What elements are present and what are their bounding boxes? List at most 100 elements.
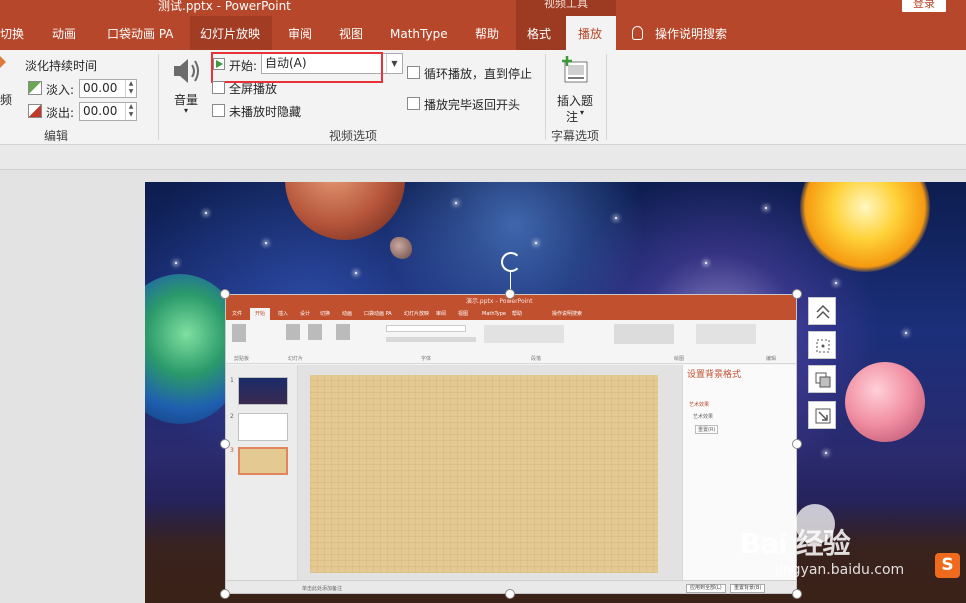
rewind-label: 播放完毕返回开头 xyxy=(424,98,521,112)
fade-out-icon xyxy=(28,104,42,118)
ribbon-playback: 频 淡化持续时间 淡入: 00.00 ▲ ▼ 淡出: 00.00 ▲ ▼ 编辑 音量… xyxy=(0,50,966,145)
slide-number: 1 xyxy=(230,377,234,384)
video-object[interactable]: 演示.pptx - PowerPoint 文件 开始 插入 设计 切换 动画 口… xyxy=(225,294,797,594)
tab-tell-me-search[interactable]: 操作说明搜索 xyxy=(632,16,752,50)
tab-playback[interactable]: 播放 xyxy=(566,16,616,50)
rewind-checkbox[interactable] xyxy=(407,97,420,110)
video-frame-group-label: 段落 xyxy=(531,356,542,362)
hide-while-not-playing-label: 未播放时隐藏 xyxy=(229,105,302,119)
notes-placeholder: 单击此处添加备注 xyxy=(302,586,343,592)
trim-video-label-partial[interactable]: 频 xyxy=(0,91,12,108)
video-frame-title: 演示.pptx - PowerPoint xyxy=(466,298,533,305)
tab-animations[interactable]: 动画 xyxy=(52,16,92,50)
resize-handle-e[interactable] xyxy=(792,439,802,449)
video-frame-group-label: 字体 xyxy=(421,356,432,362)
video-frame-thumbnails: 1 2 3 xyxy=(226,365,298,580)
apply-all-button: 应用到全部(L) xyxy=(686,584,726,593)
fade-in-value: 00.00 xyxy=(83,81,118,95)
tab-pocket-animation[interactable]: 口袋动画 PA xyxy=(107,16,182,50)
fade-in-spinner[interactable]: ▲ ▼ xyxy=(125,80,136,97)
format-background-title: 设置背景格式 xyxy=(687,370,742,380)
title-bar: 测试.pptx - PowerPoint 视频工具 登录 xyxy=(0,0,966,16)
video-frame-tab: 审阅 xyxy=(436,311,447,317)
fade-in-label: 淡入: xyxy=(46,83,75,97)
fade-out-input[interactable]: 00.00 ▲ ▼ xyxy=(79,102,137,121)
video-frame-tab: 切换 xyxy=(320,311,331,317)
star xyxy=(265,242,267,244)
rotate-handle[interactable] xyxy=(501,252,521,272)
tab-label: 播放 xyxy=(578,27,603,41)
tab-help[interactable]: 帮助 xyxy=(475,16,505,50)
volume-button[interactable]: 音量 ▾ xyxy=(170,56,204,122)
tab-label: 审阅 xyxy=(288,27,313,41)
signin-button[interactable]: 登录 xyxy=(902,0,946,12)
loop-checkbox[interactable] xyxy=(407,66,420,79)
insert-captions-icon xyxy=(562,56,588,83)
group-label-edit: 编辑 xyxy=(44,129,69,143)
video-frame-canvas xyxy=(298,365,682,580)
speaker-icon xyxy=(174,59,199,83)
video-frame-slide xyxy=(310,375,658,573)
star xyxy=(535,242,537,244)
resize-handle-se[interactable] xyxy=(792,589,802,599)
highlight-annotation-box xyxy=(211,52,383,83)
video-frame-tab: 文件 xyxy=(232,311,243,317)
star xyxy=(615,217,617,219)
arrange-button[interactable] xyxy=(808,365,836,393)
tab-label: 切换 xyxy=(0,27,25,41)
volume-dropdown-icon: ▾ xyxy=(184,106,189,115)
group-separator xyxy=(158,54,159,140)
video-tools-context-label: 视频工具 xyxy=(516,0,616,16)
resize-handle-nw[interactable] xyxy=(220,289,230,299)
tab-label: 口袋动画 PA xyxy=(107,27,174,41)
new-slide-icon xyxy=(286,324,300,340)
tab-format[interactable]: 格式 xyxy=(516,16,566,50)
pane-section-label: 艺术效果 xyxy=(689,402,710,408)
fullscreen-checkbox[interactable] xyxy=(212,81,225,94)
slide-number: 3 xyxy=(230,447,234,454)
resize-handle-n[interactable] xyxy=(505,289,515,299)
tab-mathtype[interactable]: MathType xyxy=(390,16,454,50)
fade-in-input[interactable]: 00.00 ▲ ▼ xyxy=(79,79,137,98)
video-frame-tab: 插入 xyxy=(278,311,289,317)
ribbon-bottom-strip xyxy=(0,145,966,170)
lightbulb-icon xyxy=(632,26,643,40)
tab-label: 动画 xyxy=(52,27,77,41)
insert-captions-button[interactable]: 插入题 注 ▾ xyxy=(553,56,599,124)
tab-review[interactable]: 审阅 xyxy=(288,16,318,50)
tab-label: 视图 xyxy=(339,27,364,41)
section-icon xyxy=(336,324,350,340)
resize-handle-s[interactable] xyxy=(505,589,515,599)
star xyxy=(905,332,907,334)
tab-transitions[interactable]: 切换 xyxy=(0,16,30,50)
target-frame-icon xyxy=(816,339,830,353)
hide-while-not-playing-checkbox[interactable] xyxy=(212,104,225,117)
fade-out-spinner[interactable]: ▲ ▼ xyxy=(125,103,136,120)
resize-handle-w[interactable] xyxy=(220,439,230,449)
resize-diagonal-icon xyxy=(815,408,831,424)
drawing-tools xyxy=(696,324,756,344)
font-format-row xyxy=(386,337,476,342)
fullscreen-label: 全屏播放 xyxy=(229,82,278,96)
asteroid-image xyxy=(390,237,412,259)
fade-out-label: 淡出: xyxy=(46,106,75,120)
insert-captions-dropdown-icon: ▾ xyxy=(580,108,585,117)
sogou-ime-icon[interactable]: S xyxy=(935,553,960,578)
tab-slideshow[interactable]: 幻灯片放映 xyxy=(190,16,272,50)
resize-handle-sw[interactable] xyxy=(220,589,230,599)
drawing-shapes xyxy=(614,324,674,344)
insert-captions-label-2: 注 xyxy=(566,110,579,124)
star xyxy=(835,282,837,284)
star xyxy=(825,452,827,454)
tab-label: MathType xyxy=(390,27,448,41)
resize-button[interactable] xyxy=(808,401,836,429)
group-label-video-options: 视频选项 xyxy=(329,129,378,143)
chevron-down-icon[interactable]: ▼ xyxy=(386,54,402,73)
crop-position-button[interactable] xyxy=(808,331,836,359)
resize-handle-ne[interactable] xyxy=(792,289,802,299)
video-frame-tab: 幻灯片放映 xyxy=(404,311,430,317)
layout-options-button[interactable] xyxy=(808,297,836,325)
pink-planet-image xyxy=(845,362,925,442)
video-frame-tabs: 文件 开始 插入 设计 切换 动画 口袋动画 PA 幻灯片放映 审阅 视图 Ma… xyxy=(226,308,796,320)
tab-view[interactable]: 视图 xyxy=(339,16,369,50)
